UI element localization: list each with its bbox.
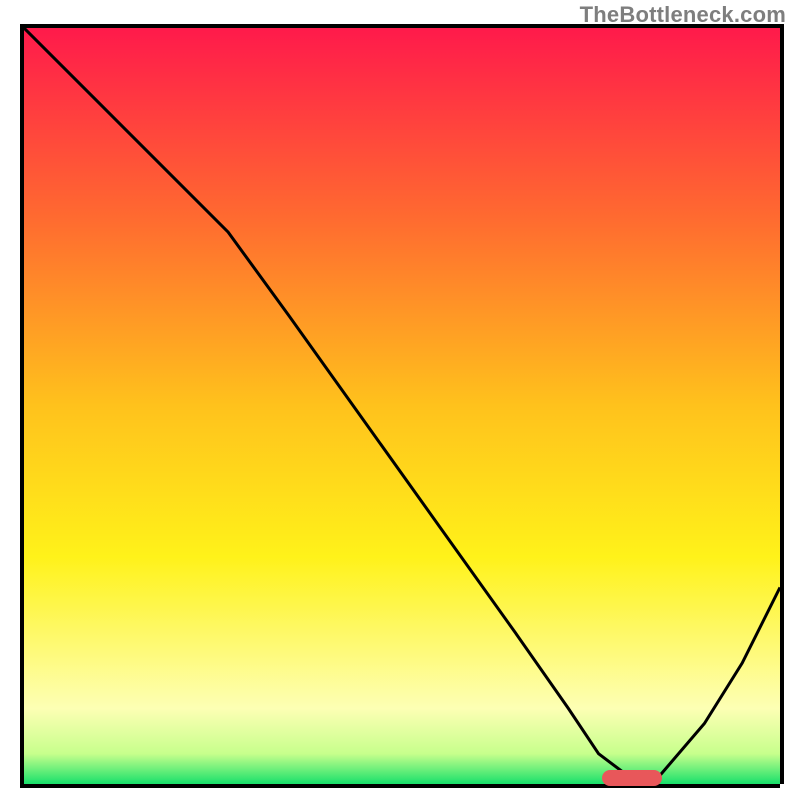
bottleneck-chart bbox=[24, 28, 780, 784]
chart-frame bbox=[20, 28, 780, 788]
optimal-range-marker bbox=[602, 770, 663, 786]
frame-right bbox=[780, 28, 784, 784]
